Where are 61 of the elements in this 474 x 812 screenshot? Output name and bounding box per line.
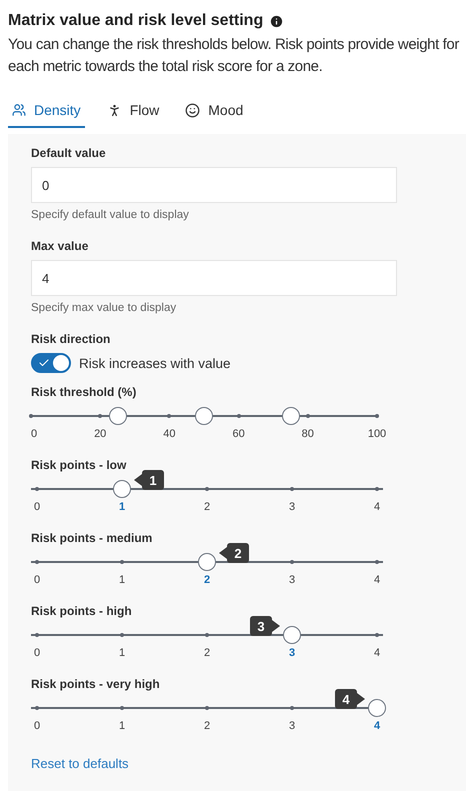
slider-thumb[interactable] bbox=[282, 407, 300, 425]
slider-thumb[interactable] bbox=[108, 407, 126, 425]
tick-label: 1 bbox=[118, 501, 126, 513]
smile-icon bbox=[185, 102, 200, 118]
tick-label: 4 bbox=[374, 574, 380, 586]
description-text: You can change the risk thresholds below. Risk points provide weight for each metric towards the total risk score for a zone. bbox=[8, 35, 460, 77]
check-icon bbox=[38, 357, 50, 369]
info-icon[interactable] bbox=[269, 14, 284, 28]
slider-label: Risk points - low bbox=[31, 458, 128, 472]
tick-label: 4 bbox=[374, 720, 380, 732]
helper-text: Specify max value to display bbox=[31, 302, 178, 314]
tick-label: 4 bbox=[374, 501, 380, 513]
slider-thumb[interactable] bbox=[198, 553, 216, 571]
slider-label: Risk threshold (%) bbox=[31, 385, 138, 399]
tick-label: 0 bbox=[34, 720, 40, 732]
tick-label: 20 bbox=[94, 428, 106, 440]
tick-label: 3 bbox=[288, 574, 296, 586]
value-tooltip: 3 bbox=[250, 616, 280, 636]
slider-label: Risk points - very high bbox=[31, 677, 161, 691]
tick-label: 1 bbox=[118, 720, 126, 732]
people-icon bbox=[12, 103, 26, 117]
helper-text: Specify default value to display bbox=[31, 209, 190, 221]
slider-thumb[interactable] bbox=[195, 407, 213, 425]
toggle-label: Risk increases with value bbox=[79, 356, 231, 370]
tick-label: 4 bbox=[374, 647, 380, 659]
section-title: Matrix value and risk level setting bbox=[8, 12, 264, 30]
tick-label: 2 bbox=[204, 720, 210, 732]
tab[interactable]: Flow bbox=[102, 98, 164, 128]
tick-label: 0 bbox=[34, 574, 40, 586]
tick-label: 80 bbox=[302, 428, 314, 440]
tick-label: 40 bbox=[163, 428, 176, 440]
tick-label: 3 bbox=[288, 720, 296, 732]
tick-label: 0 bbox=[34, 647, 40, 659]
field-label: Max value bbox=[31, 239, 90, 253]
slider-thumb[interactable] bbox=[368, 699, 386, 717]
reset-link[interactable]: Reset to defaults bbox=[31, 756, 129, 771]
field-label: Default value bbox=[31, 146, 107, 160]
tick-label: 60 bbox=[232, 428, 245, 440]
toggle-switch[interactable] bbox=[31, 353, 71, 373]
value-tooltip: 2 bbox=[219, 543, 249, 563]
tab[interactable]: Mood bbox=[181, 98, 248, 128]
tick-label: 2 bbox=[204, 647, 210, 659]
tick-label: 3 bbox=[288, 501, 296, 513]
field-label: Risk direction bbox=[31, 332, 112, 346]
tick-label: 2 bbox=[204, 574, 210, 586]
input-field[interactable]: 0 bbox=[31, 167, 397, 203]
slider-thumb[interactable] bbox=[283, 626, 301, 644]
value-tooltip: 4 bbox=[335, 689, 365, 709]
slider-thumb[interactable] bbox=[113, 480, 131, 498]
tick-label: 1 bbox=[118, 574, 126, 586]
tick-label: 0 bbox=[34, 501, 40, 513]
input-field[interactable]: 4 bbox=[31, 260, 397, 296]
tick-label: 1 bbox=[118, 647, 126, 659]
tick-label: 100 bbox=[368, 428, 386, 440]
tick-label: 0 bbox=[30, 428, 38, 440]
tick-label: 3 bbox=[288, 647, 296, 659]
slider-label: Risk points - high bbox=[31, 604, 133, 618]
tick-label: 2 bbox=[204, 501, 210, 513]
tab[interactable]: Density bbox=[8, 98, 85, 128]
value-tooltip: 1 bbox=[134, 470, 164, 490]
slider-label: Risk points - medium bbox=[31, 531, 154, 545]
